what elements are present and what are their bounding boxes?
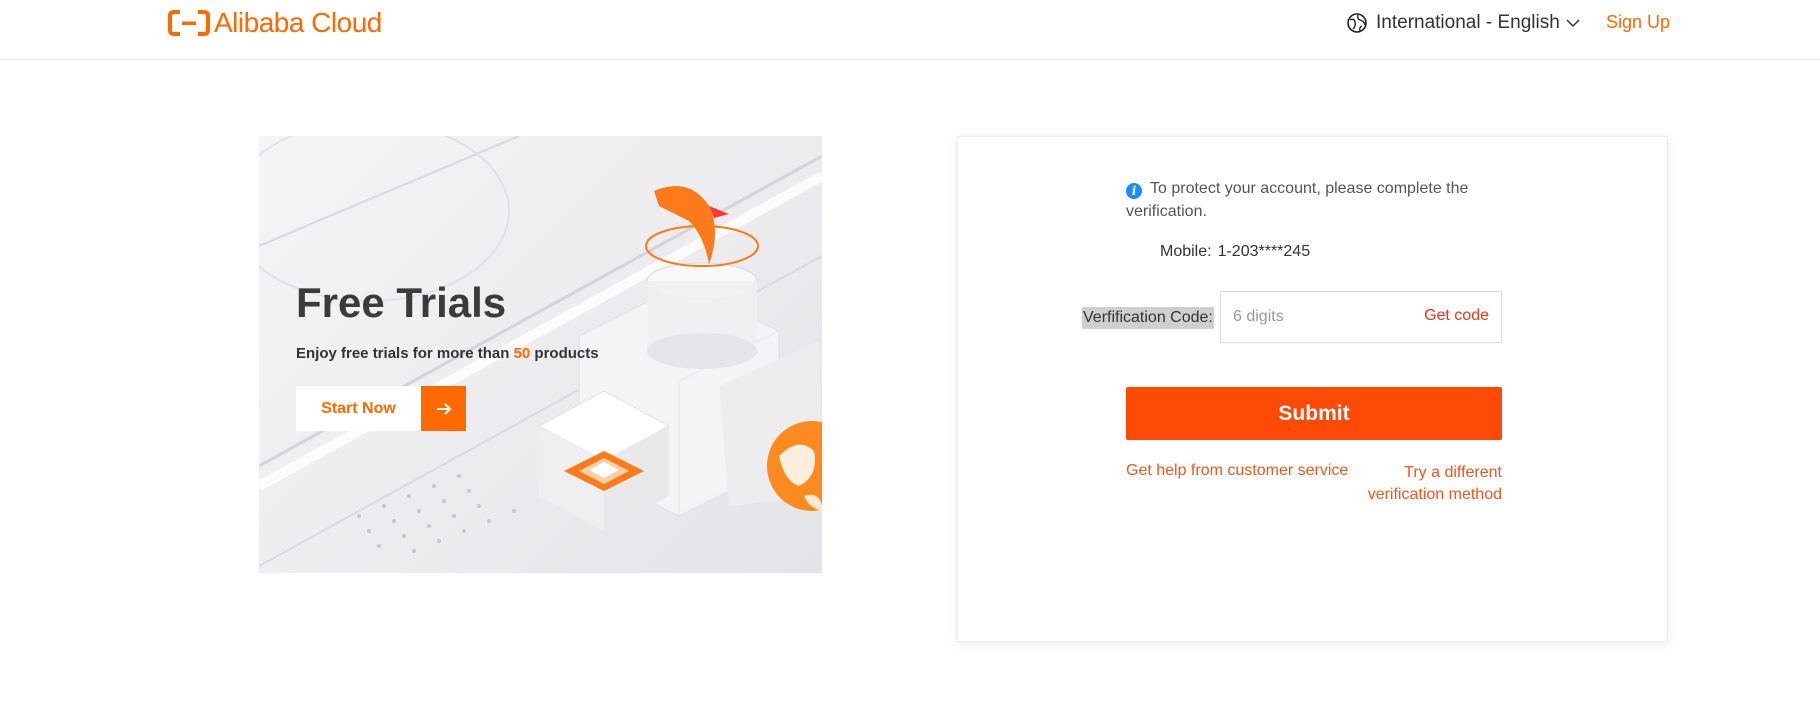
banner-subtitle: Enjoy free trials for more than 50 produ… (296, 345, 599, 362)
get-code-button[interactable]: Get code (1424, 307, 1489, 325)
different-method-link[interactable]: Try a different verification method (1358, 462, 1502, 506)
top-nav: Alibaba Cloud International - English Si… (0, 0, 1820, 60)
start-now-label: Start Now (296, 386, 421, 431)
banner-subtitle-prefix: Enjoy free trials for more than (296, 345, 514, 362)
submit-button[interactable]: Submit (1126, 387, 1502, 440)
mobile-label: Mobile: (1160, 243, 1212, 260)
verification-code-input[interactable] (1221, 292, 1411, 342)
language-selector[interactable]: International - English (1346, 10, 1580, 36)
banner-title: Free Trials (296, 279, 507, 326)
banner-subtitle-suffix: products (530, 345, 599, 362)
chevron-down-icon (1566, 19, 1580, 28)
mobile-number: 1-203****245 (1217, 243, 1311, 260)
sign-up-link[interactable]: Sign Up (1606, 12, 1670, 33)
customer-service-link[interactable]: Get help from customer service (1126, 462, 1348, 480)
verification-code-field[interactable]: Get code (1220, 291, 1502, 343)
language-label: International - English (1376, 12, 1560, 33)
free-trials-banner[interactable]: Free Trials Enjoy free trials for more t… (259, 136, 822, 573)
info-icon: i (1126, 183, 1142, 199)
verification-notice: i To protect your account, please complet… (1126, 177, 1506, 223)
product-count: 50 (513, 345, 531, 362)
notice-text: To protect your account, please complete… (1126, 180, 1469, 220)
verification-code-label: Verfification Code: (1082, 307, 1214, 329)
mobile-row: Mobile: 1-203****245 (1160, 243, 1310, 261)
alibaba-cloud-logo[interactable]: Alibaba Cloud (168, 7, 382, 38)
start-now-button[interactable]: Start Now (296, 386, 466, 431)
globe-icon (1347, 13, 1367, 33)
arrow-right-icon (421, 386, 466, 431)
logo-mark-icon (168, 10, 210, 36)
brand-name: Alibaba Cloud (214, 7, 382, 38)
verification-panel: i To protect your account, please complet… (957, 136, 1668, 642)
